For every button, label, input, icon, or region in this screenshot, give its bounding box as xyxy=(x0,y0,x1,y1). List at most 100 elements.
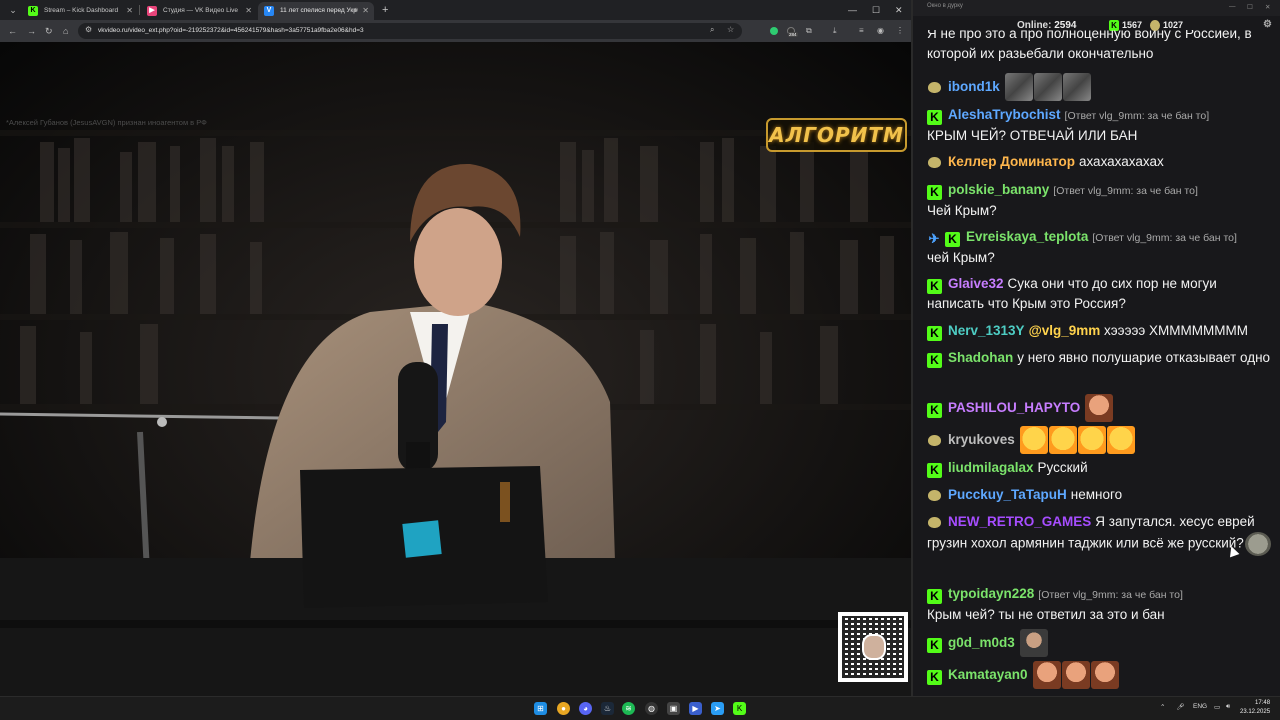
chrome-icon[interactable]: ● xyxy=(557,702,570,715)
extensions-puzzle-icon[interactable]: ⧉ xyxy=(806,25,812,37)
media-control-icon[interactable]: ≡ xyxy=(859,25,864,37)
chat-message: Kpolskie_banany [Ответ vlg_9mm: за че бан… xyxy=(927,180,1271,221)
zoom-icon[interactable]: ⌕ xyxy=(710,25,714,35)
reply-reference: [Ответ vlg_9mm: за че бан то] xyxy=(1053,185,1198,197)
tray-expand-icon[interactable]: ⌃ xyxy=(1160,703,1165,711)
emote-icon xyxy=(1019,426,1048,454)
chat-username[interactable]: Evreiskaya_teplota xyxy=(966,229,1088,244)
algoritm-logo: АЛГОРИТМ xyxy=(766,118,907,152)
chat-message-text: ахахахахахах xyxy=(1078,154,1164,169)
steam-icon[interactable]: ♨ xyxy=(601,702,614,715)
taskbar: ⊞ ● ◕ ♨ ≋ ◍ ▣ ▶ ➤ K ⌃ 🎤︎ ENG ▭ 🔊︎ 17:48 … xyxy=(0,696,1280,720)
chat-maximize-button[interactable]: ☐ xyxy=(1247,3,1253,11)
close-window-button[interactable]: ✕ xyxy=(895,3,903,17)
address-bar[interactable]: ⚙ vkvideo.ru/video_ext.php?oid=-21925237… xyxy=(78,23,742,39)
obs-icon[interactable]: ◍ xyxy=(645,702,658,715)
kick-icon: K xyxy=(927,326,942,341)
tab-separator xyxy=(139,5,140,15)
qr-center-photo xyxy=(862,634,886,660)
chat-username[interactable]: PASHILOU_HAPYTO xyxy=(948,400,1080,415)
volume-icon[interactable]: 🔊︎ xyxy=(1226,703,1230,711)
video-player[interactable]: *Алексей Губанов (JesusAVGN) признан ино… xyxy=(0,42,911,696)
chat-username[interactable]: Pucckuy_TaTapuH xyxy=(948,487,1067,502)
menu-icon[interactable]: ⋮ xyxy=(896,25,904,37)
chat-username[interactable]: Kamatayan0 xyxy=(948,667,1028,682)
telegram-icon[interactable]: ➤ xyxy=(711,702,724,715)
emote-icon xyxy=(1033,73,1062,101)
home-icon[interactable]: ⌂ xyxy=(63,25,68,37)
chat-message: K Shadohan у него явно полушарие отказывае… xyxy=(927,348,1271,368)
chat-username[interactable]: ibond1k xyxy=(948,79,1000,94)
download-icon[interactable]: ⤓ xyxy=(833,25,837,37)
chat-username[interactable]: kryukoves xyxy=(948,432,1015,447)
reply-reference: [Ответ vlg_9mm: за че бан то] xyxy=(1064,110,1210,122)
tab-vk-video[interactable]: V 11 лет спелися перед Укр 🔊︎ ✕ xyxy=(258,2,374,20)
maximize-button[interactable]: ☐ xyxy=(872,3,880,17)
chat-message: Kg0d_m0d3 xyxy=(927,629,1271,657)
forward-icon[interactable]: → xyxy=(27,25,36,37)
tab-search-icon[interactable]: ⌄ xyxy=(6,4,20,16)
discord-icon[interactable]: ◕ xyxy=(579,702,592,715)
url-text: vkvideo.ru/video_ext.php?oid=-219252372&… xyxy=(98,27,364,34)
close-tab-icon[interactable]: ✕ xyxy=(245,2,252,20)
emote-icon xyxy=(1085,394,1114,422)
chat-message: Kliudmilagalax Русский xyxy=(927,458,1271,478)
kick-icon: K xyxy=(927,637,942,653)
new-tab-button[interactable]: + xyxy=(382,3,388,17)
foreign-agent-disclaimer: *Алексей Губанов (JesusAVGN) признан ино… xyxy=(6,118,207,127)
qr-pattern xyxy=(842,616,904,678)
network-icon[interactable]: ▭ xyxy=(1214,703,1220,711)
tab-vk-studio[interactable]: ▶ Студия — VK Видео Live ✕ xyxy=(141,2,257,20)
emote-icon xyxy=(1077,426,1106,454)
bookmark-star-icon[interactable]: ☆ xyxy=(727,25,734,34)
chat-username[interactable]: NEW_RETRO_GAMES xyxy=(948,514,1091,529)
spotify-icon[interactable]: ≋ xyxy=(622,702,635,715)
chat-username[interactable]: liudmilagalax xyxy=(948,460,1034,475)
tab-kick-dashboard[interactable]: K Stream – Kick Dashboard ✕ xyxy=(22,2,138,20)
kick-icon: K xyxy=(927,110,942,125)
kick-icon: K xyxy=(927,279,942,294)
close-tab-icon[interactable]: ✕ xyxy=(126,2,133,20)
chat-username[interactable]: Nerv_1313Y xyxy=(948,323,1025,338)
emote-icon xyxy=(1004,73,1033,101)
close-tab-icon[interactable]: ✕ xyxy=(362,2,369,20)
video-app-icon[interactable]: ▶ xyxy=(689,702,702,715)
chat-mention[interactable]: @vlg_9mm xyxy=(1029,323,1101,338)
kick-icon: K xyxy=(927,185,942,200)
chat-username[interactable]: AleshaTrybochist xyxy=(948,107,1061,122)
profile-icon[interactable]: ◉ xyxy=(877,25,884,37)
app-icon[interactable]: ▣ xyxy=(667,702,680,715)
language-indicator[interactable]: ENG xyxy=(1193,703,1207,710)
chat-username[interactable]: Келлер Доминатор xyxy=(948,154,1075,169)
emote-icon xyxy=(1244,532,1271,556)
chat-minimize-button[interactable]: — xyxy=(1229,3,1236,10)
site-info-icon[interactable]: ⚙ xyxy=(85,25,92,34)
settings-gear-icon[interactable]: ⚙ xyxy=(1263,19,1272,30)
microphone-icon[interactable]: 🎤︎ xyxy=(1176,703,1184,711)
chat-message-text: чей Крым? xyxy=(927,250,995,265)
kick-icon: K xyxy=(927,463,942,478)
clock[interactable]: 17:48 23.12.2025 xyxy=(1240,699,1270,717)
minimize-button[interactable]: — xyxy=(848,3,857,17)
speaker-icon[interactable]: 🔊︎ xyxy=(354,2,358,20)
chat-username[interactable]: typoidayn228 xyxy=(948,586,1034,601)
chat-message-text: Русский xyxy=(1037,460,1088,475)
emote-icon xyxy=(1019,629,1048,657)
reply-reference: [Ответ vlg_9mm: за че бан то] xyxy=(1092,232,1237,244)
chat-message: kryukoves xyxy=(927,426,1271,454)
chat-username[interactable]: Glaive32 xyxy=(948,276,1004,291)
back-icon[interactable]: ← xyxy=(8,25,17,37)
extension-green-icon[interactable] xyxy=(770,27,778,35)
emote-icon xyxy=(1048,426,1077,454)
chat-username[interactable]: g0d_m0d3 xyxy=(948,635,1015,650)
chat-username[interactable]: polskie_banany xyxy=(948,182,1049,197)
start-windows-icon[interactable]: ⊞ xyxy=(534,702,547,715)
chat-window: Окно в дурку — ☐ ✕ Online: 2594 K 1567 1… xyxy=(911,0,1280,696)
reply-reference: [Ответ vlg_9mm: за че бан то] xyxy=(1038,589,1183,601)
chat-close-button[interactable]: ✕ xyxy=(1265,3,1270,11)
chat-app-icon[interactable]: K xyxy=(733,702,746,715)
reload-icon[interactable]: ↻ xyxy=(45,25,53,37)
chat-message-text: немного xyxy=(1070,487,1123,502)
chat-message-list[interactable]: Я не про это а про полноценную войну с Р… xyxy=(913,30,1273,696)
chat-username[interactable]: Shadohan xyxy=(948,350,1013,365)
